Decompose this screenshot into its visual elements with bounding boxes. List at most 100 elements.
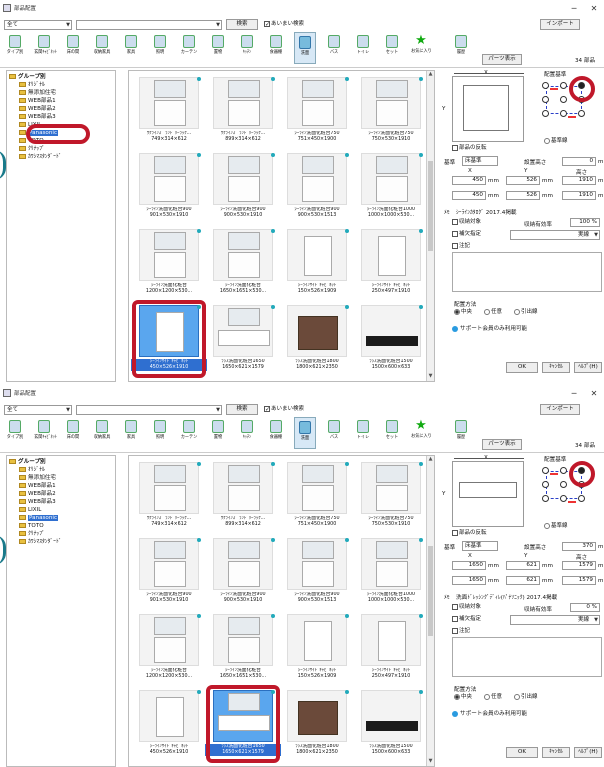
note-textarea[interactable] xyxy=(452,252,602,292)
toolbar-0[interactable]: タイプ別 xyxy=(4,417,26,449)
tree-item[interactable]: WEB部品2 xyxy=(19,490,56,498)
part-item[interactable]: ｳｸﾗｲﾝｽﾞ ﾗﾝﾄﾞﾘｰﾗｯｸ... 749×314×612 xyxy=(131,75,207,149)
import-button[interactable]: インポート xyxy=(540,19,580,30)
part-item[interactable]: ｼｰﾗｲﾝ洗面化粧台750 750×530×1910 xyxy=(353,75,429,149)
toolbar-2[interactable]: 床の間 xyxy=(62,417,84,449)
tree-item[interactable]: WEB部品3 xyxy=(19,498,56,506)
toolbar-11[interactable]: バス xyxy=(323,32,345,64)
part-item[interactable]: ﾗｼｽ洗面化粧台1500 1500×600×633 xyxy=(353,303,429,377)
part-item[interactable]: ｼｰﾗｲﾝ洗面化粧台750 751×450×1900 xyxy=(279,460,355,534)
tree-item[interactable]: WEB部品2 xyxy=(19,105,56,113)
anchor-point[interactable] xyxy=(542,481,549,488)
search-input[interactable]: ▼ xyxy=(76,405,222,415)
note-textarea[interactable] xyxy=(452,637,602,677)
toolbar-7[interactable]: 置物 xyxy=(207,417,229,449)
cancel-button[interactable]: ｷｬﾝｾﾙ xyxy=(542,747,570,758)
reverse-checkbox[interactable]: 部品の反転 xyxy=(452,529,487,538)
anchor-point[interactable] xyxy=(560,82,567,89)
toolbar-5[interactable]: 照明 xyxy=(149,32,171,64)
part-item[interactable]: ｼｰﾗｲﾝｻｲﾄﾞｷｬﾋﾞﾈｯﾄ 250×497×1910 xyxy=(353,227,429,301)
tree-item[interactable]: 無添加住宅 xyxy=(19,474,56,482)
cancel-button[interactable]: ｷｬﾝｾﾙ xyxy=(542,362,570,373)
ref-line-radio[interactable]: 基準線 xyxy=(544,137,568,146)
y-input-2[interactable]: 621 xyxy=(506,576,540,585)
toolbar-5[interactable]: 照明 xyxy=(149,417,171,449)
storage-checkbox[interactable]: 収納対象 xyxy=(452,603,481,612)
tree-item[interactable]: WEB部品3 xyxy=(19,113,56,121)
category-select[interactable]: 全て ▼ xyxy=(4,405,72,415)
part-item[interactable]: ｼｰﾗｲﾝ洗面化粧台900 900×530×1910 xyxy=(205,151,281,225)
part-item[interactable]: ｼｰﾗｲﾝ洗面化粧台900 900×530×1513 xyxy=(279,536,355,610)
toolbar-6[interactable]: カーテン xyxy=(178,32,200,64)
toolbar-14[interactable]: ★ お気に入り xyxy=(410,32,432,64)
anchor-point[interactable] xyxy=(542,96,549,103)
part-item[interactable]: ｼｰﾗｲﾝ洗面化粧台 1650×1651×530... xyxy=(205,227,281,301)
toolbar-2[interactable]: 床の間 xyxy=(62,32,84,64)
z-input-2[interactable]: 1579 xyxy=(562,576,596,585)
toolbar-10[interactable]: 洗面 xyxy=(294,32,316,64)
anchor-point[interactable] xyxy=(542,495,549,502)
anchor-point[interactable] xyxy=(578,110,585,117)
toolbar-3[interactable]: 収納家具 xyxy=(91,417,113,449)
toolbar-8[interactable]: ｷｯﾁﾝ xyxy=(236,32,258,64)
part-item[interactable]: ｼｰﾗｲﾝ洗面化粧台1000 1000×1000×530... xyxy=(353,536,429,610)
note-checkbox[interactable]: 注記 xyxy=(452,627,470,636)
anchor-point[interactable] xyxy=(560,96,567,103)
y-input[interactable]: 526 xyxy=(506,176,540,185)
install-height-input[interactable]: 370 xyxy=(562,542,596,551)
toolbar-4[interactable]: 家具 xyxy=(120,32,142,64)
center-radio[interactable]: 中央 xyxy=(454,693,472,702)
fuzzy-search-checkbox[interactable]: あいまい検索 xyxy=(264,405,304,414)
tree-item[interactable]: TOTO xyxy=(19,522,44,530)
part-item[interactable]: ｼｰﾗｲﾝｻｲﾄﾞｷｬﾋﾞﾈｯﾄ 250×497×1910 xyxy=(353,612,429,686)
part-item[interactable]: ﾗｼｽ洗面化粧台1800 1800×621×2350 xyxy=(279,303,355,377)
part-item[interactable]: ｼｰﾗｲﾝ洗面化粧台900 901×530×1910 xyxy=(131,536,207,610)
pull-radio[interactable]: 引出線 xyxy=(514,308,538,317)
toolbar-9[interactable]: 食器棚 xyxy=(265,32,287,64)
install-height-input[interactable]: 0 xyxy=(562,157,596,166)
tree-item[interactable]: WEB部品1 xyxy=(19,482,56,490)
tree-item[interactable]: WEB部品1 xyxy=(19,97,56,105)
anchor-point[interactable] xyxy=(560,495,567,502)
part-item[interactable]: ｼｰﾗｲﾝ洗面化粧台750 750×530×1910 xyxy=(353,460,429,534)
pull-radio[interactable]: 引出線 xyxy=(514,693,538,702)
note-checkbox[interactable]: 注記 xyxy=(452,242,470,251)
tree-item[interactable]: ｵﾘｼﾞﾅﾙ xyxy=(19,81,45,89)
x-input[interactable]: 450 xyxy=(452,176,486,185)
x-input-2[interactable]: 1650 xyxy=(452,576,486,585)
part-item[interactable]: ｼｰﾗｲﾝ洗面化粧台 1650×1651×530... xyxy=(205,612,281,686)
any-radio[interactable]: 任意 xyxy=(484,693,502,702)
part-item[interactable]: ﾗｼｽ洗面化粧台1650 1650×621×1579 xyxy=(205,303,281,377)
fuzzy-search-checkbox[interactable]: あいまい検索 xyxy=(264,20,304,29)
tree-item[interactable]: ｵﾘｼﾞﾅﾙ xyxy=(19,466,45,474)
anchor-point[interactable] xyxy=(560,481,567,488)
part-item[interactable]: ｼｰﾗｲﾝ洗面化粧台 1200×1200×530... xyxy=(131,612,207,686)
storage-eff-input[interactable]: 100 % xyxy=(570,218,600,227)
toolbar-8[interactable]: ｷｯﾁﾝ xyxy=(236,417,258,449)
close-button[interactable]: ✕ xyxy=(584,0,604,16)
z-input-2[interactable]: 1910 xyxy=(562,191,596,200)
z-input[interactable]: 1910 xyxy=(562,176,596,185)
anchor-point[interactable] xyxy=(560,110,567,117)
search-button[interactable]: 検索 xyxy=(226,404,258,415)
toolbar-11[interactable]: バス xyxy=(323,417,345,449)
toolbar-9[interactable]: 食器棚 xyxy=(265,417,287,449)
anchor-point[interactable] xyxy=(542,110,549,117)
tree-item[interactable]: ｸﾘﾅｯﾌﾟ xyxy=(19,530,45,538)
tree-item[interactable]: グループ別 xyxy=(9,458,46,466)
tree-item[interactable]: ｶﾜｼﾏｽﾀﾝﾀﾞｰﾄﾞ xyxy=(19,538,62,546)
part-item[interactable]: ｼｰﾗｲﾝ洗面化粧台1000 1000×1000×530... xyxy=(353,151,429,225)
toolbar-13[interactable]: セット xyxy=(381,417,403,449)
y-input[interactable]: 621 xyxy=(506,561,540,570)
z-input[interactable]: 1579 xyxy=(562,561,596,570)
ok-button[interactable]: OK xyxy=(506,747,538,758)
help-button[interactable]: ﾍﾙﾌﾟ(H) xyxy=(574,747,602,758)
toolbar-14[interactable]: ★ お気に入り xyxy=(410,417,432,449)
toolbar-12[interactable]: トイレ xyxy=(352,32,374,64)
close-button[interactable]: ✕ xyxy=(584,385,604,401)
toolbar-3[interactable]: 収納家具 xyxy=(91,32,113,64)
line-style-select[interactable]: 実線 ▼ xyxy=(510,230,600,240)
anchor-point[interactable] xyxy=(560,467,567,474)
x-input-2[interactable]: 450 xyxy=(452,191,486,200)
base-select[interactable]: 床基準 xyxy=(462,541,498,551)
